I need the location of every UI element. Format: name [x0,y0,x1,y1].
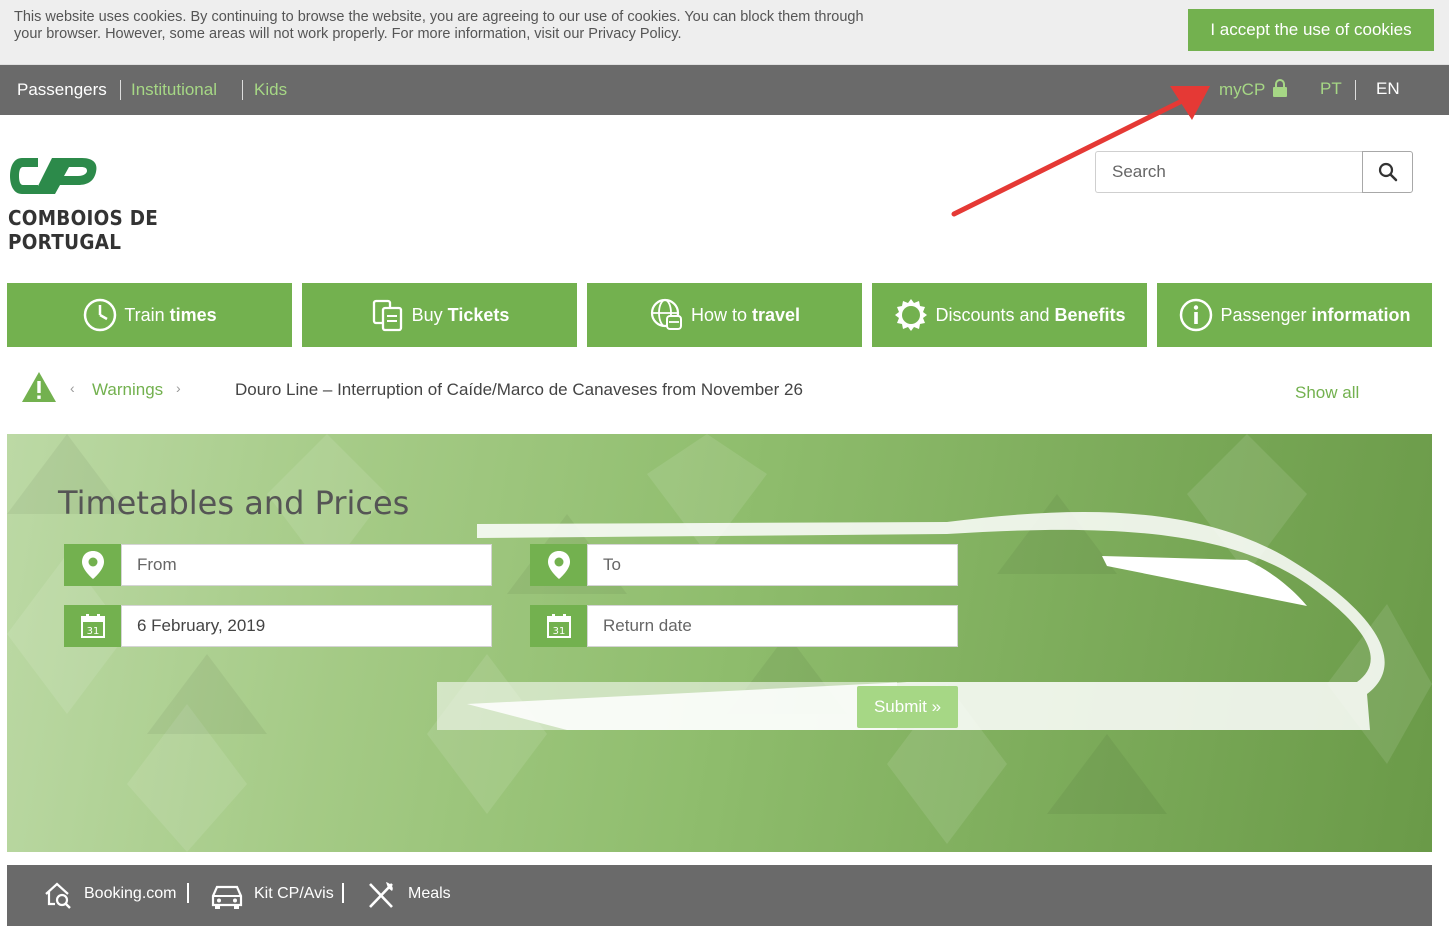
nav-how-to-travel[interactable]: How to travel [587,283,862,347]
search-icon [1378,162,1397,182]
tickets-icon [372,299,402,332]
info-icon [1180,298,1213,332]
timetables-title: Timetables and Prices [58,484,410,522]
topnav-separator [1355,80,1356,100]
top-navigation-bar: Passengers Institutional Kids myCP PT EN [0,65,1449,115]
calendar-day-label: 31 [86,626,99,637]
location-pin-icon [547,551,570,579]
warnings-label[interactable]: Warnings [92,380,163,400]
nav-label-light: Passenger [1220,304,1307,325]
nav-label-bold: Tickets [447,304,510,325]
warning-icon [22,372,56,402]
timetable-search-hero: Timetables and Prices 31 [7,434,1432,852]
car-icon [211,885,243,909]
topnav-separator [120,80,121,100]
warnings-prev-button[interactable]: ‹ [70,380,75,396]
from-input[interactable] [121,544,492,586]
logo-text: COMBOIOS DE PORTUGAL [8,206,159,254]
annotation-arrow-icon [951,86,1210,217]
lang-en-link[interactable]: EN [1376,79,1400,99]
from-location-button[interactable] [64,544,121,586]
location-pin-icon [81,551,104,579]
nav-label-bold: Benefits [1054,304,1126,325]
badge-icon [895,299,928,331]
nav-label-light: Train [124,304,165,325]
accept-cookies-button[interactable]: I accept the use of cookies [1188,9,1434,51]
to-location-button[interactable] [530,544,587,586]
footer-separator [342,883,344,903]
departure-calendar-button[interactable]: 31 [64,605,121,647]
nav-label-bold: times [169,304,217,325]
nav-label-bold: travel [751,304,801,325]
cookie-banner: This website uses cookies. By continuing… [0,0,1449,65]
nav-label-bold: information [1311,304,1411,325]
topnav-passengers[interactable]: Passengers [17,80,107,100]
nav-label-light: Buy [411,304,443,325]
nav-discounts-benefits[interactable]: Discounts and Benefits [872,283,1147,347]
booking-link[interactable]: Booking.com [84,885,177,903]
warnings-next-button[interactable]: › [176,380,181,396]
footer-separator [187,883,189,903]
nav-buy-tickets[interactable]: Buy Tickets [302,283,577,347]
calendar-day-label: 31 [552,626,565,637]
fork-knife-icon [369,882,393,908]
nav-passenger-information[interactable]: Passenger information [1157,283,1432,347]
meals-link[interactable]: Meals [408,885,451,903]
calendar-icon: 31 [546,614,571,638]
mycp-link[interactable]: myCP [1219,79,1288,100]
topnav-separator [242,80,243,100]
lang-pt-link[interactable]: PT [1320,79,1342,99]
partner-links-bar: Booking.com Kit CP/Avis Meals [7,865,1432,926]
show-all-warnings-link[interactable]: Show all [1295,383,1359,403]
house-search-icon [45,882,71,909]
nav-train-times[interactable]: Train times [7,283,292,347]
search-button[interactable] [1362,151,1413,193]
cookie-message: This website uses cookies. By continuing… [14,9,864,42]
submit-button[interactable]: Submit » [857,686,958,728]
calendar-icon: 31 [80,614,105,638]
clock-icon [84,298,117,332]
cp-logo[interactable]: COMBOIOS DE PORTUGAL [8,152,248,254]
mycp-label: myCP [1219,80,1265,99]
topnav-kids[interactable]: Kids [254,80,287,100]
topnav-institutional[interactable]: Institutional [131,80,217,100]
cp-logo-icon [10,158,97,194]
nav-label-light: Discounts and [935,304,1050,325]
return-calendar-button[interactable]: 31 [530,605,587,647]
warning-headline-link[interactable]: Douro Line – Interruption of Caíde/Marco… [235,380,803,400]
globe-train-icon [650,298,682,330]
nav-label-light: How to [690,304,747,325]
departure-date-input[interactable] [121,605,492,647]
lock-icon [1272,79,1287,97]
to-input[interactable] [587,544,958,586]
return-date-input[interactable] [587,605,958,647]
kit-cp-avis-link[interactable]: Kit CP/Avis [254,885,334,903]
